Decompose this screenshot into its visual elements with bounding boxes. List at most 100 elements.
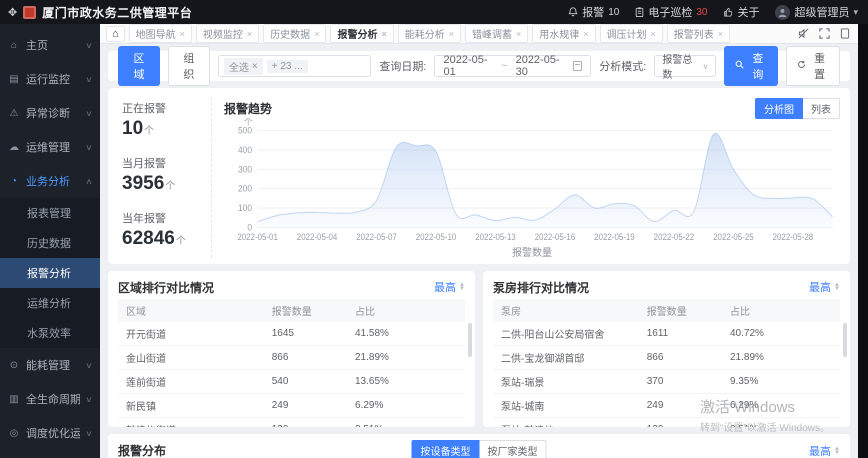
close-icon[interactable]: × — [516, 29, 521, 39]
close-icon[interactable]: × — [718, 29, 723, 39]
row-count: 249 — [638, 393, 722, 418]
table-row[interactable]: 鼓浪屿街道139 3.51% — [118, 417, 465, 427]
sort-control[interactable]: 最高 ▲ ▼ — [434, 279, 465, 295]
clipboard-icon — [635, 7, 644, 17]
mute-announcements-icon[interactable] — [798, 28, 809, 39]
area-multiselect[interactable]: 全选 × + 23 ... — [217, 55, 372, 77]
user-menu[interactable]: 超级管理员 ▾ — [775, 4, 858, 20]
tab-地图导航[interactable]: 地图导航 × — [128, 24, 192, 43]
date-range-picker[interactable]: 2022-05-01 ~ 2022-05-30 — [434, 54, 592, 78]
row-count: 866 — [638, 345, 722, 370]
inspection-indicator[interactable]: 电子巡检 30 — [635, 4, 707, 20]
sort-label: 最高 — [434, 282, 457, 294]
row-count: 139 — [263, 417, 347, 427]
sort-desc-icon: ▼ — [834, 286, 840, 292]
tag-close-icon[interactable]: × — [252, 61, 258, 72]
alarm-trend-card: 正在报警 10个 当月报警 3956个 当年报警 62846个 报警趋势 分析图 列表 0… — [108, 88, 850, 264]
sidebar-item-label: 业务分析 — [26, 176, 70, 188]
view-list-button[interactable]: 列表 — [803, 97, 840, 119]
mode-select[interactable]: 报警总数 ∨ — [654, 55, 717, 81]
table-row[interactable]: 开元街道 1645 41.58% — [118, 322, 465, 346]
table-row[interactable]: 金山街道 866 21.89% — [118, 345, 465, 370]
by-vendor-type-button[interactable]: 按厂家类型 — [479, 440, 547, 458]
sidebar-item-全生命周期[interactable]: ▥ 全生命周期 ∨ — [0, 382, 100, 416]
tab-视频监控[interactable]: 视频监控 × — [195, 24, 260, 43]
sidebar-item-能耗管理[interactable]: ⊙ 能耗管理 ∨ — [0, 348, 100, 382]
maintenance-icon: ☁ — [9, 141, 19, 153]
sidebar-item-异常诊断[interactable]: ⚠ 异常诊断 ∨ — [0, 96, 100, 130]
tab-历史数据[interactable]: 历史数据 × — [263, 24, 327, 43]
tag-select-all[interactable]: 全选 × — [223, 57, 263, 75]
tab-报警列表[interactable]: 报警列表 × — [666, 24, 731, 43]
sidebar-item-运行监控[interactable]: ▤ 运行监控 ∨ — [0, 62, 100, 96]
analysis-icon: ◔ — [10, 175, 18, 187]
stat-label: 当月报警 — [122, 158, 166, 170]
row-count: 1645 — [263, 322, 347, 346]
view-chart-button[interactable]: 分析图 — [755, 97, 803, 119]
app-title: 厦门市政水务二供管理平台 — [42, 5, 193, 20]
stat-value: 3956个 — [122, 173, 176, 194]
pct-text: 9.35% — [730, 376, 759, 387]
scope-area-button[interactable]: 区域 — [118, 46, 160, 86]
sidebar-item-基础信息[interactable]: ☰基础信息∨ — [0, 450, 100, 458]
chevron-down-icon: ∨ — [85, 360, 93, 370]
close-icon[interactable]: × — [180, 29, 185, 39]
bookmark-panel-icon[interactable] — [840, 28, 850, 39]
sidebar-subitem-水泵效率[interactable]: 水泵效率 — [0, 318, 100, 348]
table-row[interactable]: 泵站-瑞景 370 9.35% — [493, 369, 840, 394]
row-count: 139 — [638, 417, 722, 427]
sidebar-item-运维管理[interactable]: ☁ 运维管理 ∨ — [0, 130, 100, 164]
sidebar-item-调度优化运行[interactable]: ◎ 调度优化运行 ∨ — [0, 416, 100, 450]
sidebar-item-label: 运维管理 — [26, 142, 70, 154]
tab-home[interactable]: ⌂ — [106, 25, 125, 42]
table-row[interactable]: 泵站-城南 249 6.29% — [493, 393, 840, 418]
alarm-indicator[interactable]: 报警 10 — [568, 4, 619, 20]
close-icon[interactable]: × — [449, 29, 454, 39]
sidebar-item-主页[interactable]: ⌂ 主页 ∨ — [0, 28, 100, 62]
table-row[interactable]: 新民镇 249 6.29% — [118, 393, 465, 418]
close-icon[interactable]: × — [314, 29, 319, 39]
scrollbar-thumb[interactable] — [468, 323, 472, 357]
close-icon[interactable]: × — [651, 29, 656, 39]
row-name: 二供-宝龙御湖首邸 — [493, 345, 639, 370]
ranking-table: 区域 报警数量 占比 开元街道 1645 41.58% 金山街道 866 21.89% 莲前街道 5… — [118, 299, 465, 427]
sidebar-subitem-运维分析[interactable]: 运维分析 — [0, 288, 100, 318]
close-icon[interactable]: × — [247, 29, 252, 39]
scrollbar-thumb[interactable] — [843, 323, 847, 357]
close-icon[interactable]: × — [381, 29, 386, 39]
table-row[interactable]: 泵站-鼓浪屿139 3.51% — [493, 417, 840, 427]
sidebar-subitem-报表管理[interactable]: 报表管理 — [0, 198, 100, 228]
sort-control[interactable]: 最高 ▲ ▼ — [809, 279, 840, 295]
close-icon[interactable]: × — [583, 29, 588, 39]
lifecycle-icon: ▥ — [9, 393, 19, 405]
pct-bar-track — [776, 331, 832, 336]
tab-错峰调蓄[interactable]: 错峰调蓄 × — [464, 24, 529, 43]
tab-能耗分析[interactable]: 能耗分析 × — [397, 24, 461, 43]
search-button[interactable]: 查询 — [724, 46, 779, 86]
tag-more[interactable]: + 23 ... — [266, 59, 308, 73]
mode-value: 报警总数 — [662, 55, 693, 81]
distribution-sort-control[interactable]: 最高 ▲ ▼ — [809, 443, 840, 458]
fullscreen-icon[interactable] — [819, 28, 830, 39]
sidebar-subitem-历史数据[interactable]: 历史数据 — [0, 228, 100, 258]
tab-报警分析[interactable]: 报警分析 × — [330, 24, 394, 43]
tab-用水规律[interactable]: 用水规律 × — [532, 24, 596, 43]
by-device-type-button[interactable]: 按设备类型 — [411, 440, 480, 458]
date-start[interactable]: 2022-05-01 — [443, 54, 493, 78]
chevron-down-icon: ∨ — [85, 428, 93, 438]
sidebar-subitem-报警分析[interactable]: 报警分析 — [0, 258, 100, 288]
scope-org-button[interactable]: 组织 — [167, 46, 210, 86]
about-link[interactable]: 关于 — [723, 4, 759, 20]
tab-调压计划[interactable]: 调压计划 × — [599, 24, 663, 43]
table-row[interactable]: 二供-阳台山公安局宿舍 1611 40.72% — [493, 322, 840, 346]
ranking-card-区域: 区域排行对比情况 最高 ▲ ▼ 区域 报警数量 占比 开元街道 1645 41.58% 金山街道 86… — [108, 271, 475, 427]
table-row[interactable]: 莲前街道 540 13.65% — [118, 369, 465, 394]
row-count: 249 — [263, 393, 347, 418]
sidebar-item-业务分析[interactable]: ◔ 业务分析 ∧ — [0, 164, 100, 198]
reset-button[interactable]: 重置 — [786, 46, 840, 86]
move-icon[interactable]: ✥ — [8, 6, 17, 19]
pct-bar-track — [401, 331, 457, 336]
table-row[interactable]: 二供-宝龙御湖首邸 866 21.89% — [493, 345, 840, 370]
svg-text:2022-05-13: 2022-05-13 — [475, 231, 516, 241]
date-end[interactable]: 2022-05-30 — [516, 54, 566, 78]
